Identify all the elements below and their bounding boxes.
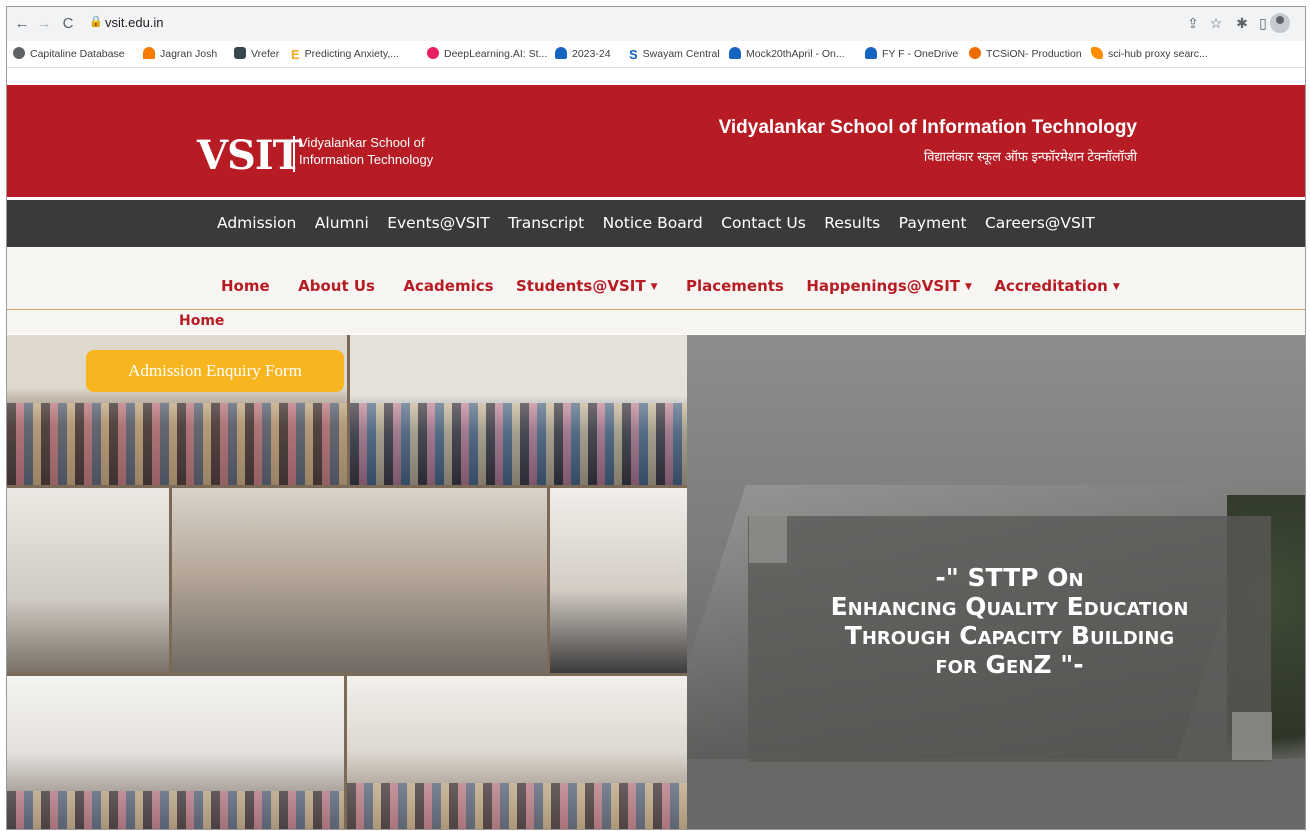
- main-nav-placements[interactable]: Placements: [686, 277, 784, 295]
- extensions-icon[interactable]: ✱: [1233, 14, 1251, 32]
- event-photo: [172, 488, 547, 673]
- caption-line: Enhancing Quality Education: [830, 592, 1189, 621]
- bookmark-item[interactable]: S Swayam Central: [629, 47, 720, 62]
- bookmark-favicon-icon: S: [629, 47, 638, 62]
- top-nav-alumni[interactable]: Alumni: [315, 214, 369, 232]
- caption-line: Through Capacity Building: [844, 621, 1175, 650]
- institute-title: Vidyalankar School of Information Techno…: [718, 117, 1137, 138]
- logo-wordmark: VSIT: [197, 132, 302, 179]
- bookmark-item[interactable]: 2023-24: [555, 47, 611, 60]
- caption-corner-decoration: [749, 515, 787, 563]
- bookmark-favicon-icon: [969, 47, 981, 59]
- bookmark-item[interactable]: Capitaline Database: [13, 47, 125, 60]
- top-nav-events[interactable]: Events@VSIT: [387, 214, 489, 232]
- top-nav-transcript[interactable]: Transcript: [508, 214, 584, 232]
- bookmark-favicon-icon: [234, 47, 246, 59]
- bookmark-favicon-icon: E: [291, 47, 300, 62]
- top-nav-careers[interactable]: Careers@VSIT: [985, 214, 1095, 232]
- top-nav-notice-board[interactable]: Notice Board: [603, 214, 703, 232]
- bookmark-favicon-icon: [13, 47, 25, 59]
- caption-line: -" STTP On: [935, 563, 1084, 592]
- caret-down-icon: ▼: [1112, 282, 1120, 292]
- bookmark-favicon-icon: [729, 47, 741, 59]
- logo-caption: Vidyalankar School of Information Technol…: [299, 135, 434, 167]
- top-nav-contact-us[interactable]: Contact Us: [721, 214, 806, 232]
- photo-collage: [7, 335, 687, 829]
- main-nav-bar: Home About Us Academics Students@VSIT ▼ P…: [7, 247, 1305, 310]
- bookmark-item[interactable]: Jagran Josh: [143, 47, 217, 60]
- site-header: VSIT Vidyalankar School of Information Te…: [7, 85, 1305, 197]
- bookmark-favicon-icon: [865, 47, 877, 59]
- main-nav-home[interactable]: Home: [221, 277, 270, 295]
- caret-down-icon: ▼: [965, 282, 972, 292]
- slide-caption: -" STTP On Enhancing Quality Education T…: [748, 563, 1271, 679]
- main-nav-academics[interactable]: Academics: [403, 277, 493, 295]
- back-icon[interactable]: ←: [13, 15, 31, 33]
- caption-corner-decoration: [1232, 712, 1272, 760]
- profile-avatar[interactable]: [1270, 13, 1290, 33]
- caret-down-icon: ▼: [650, 282, 658, 292]
- bookmark-favicon-icon: [1091, 47, 1103, 59]
- bookmark-item[interactable]: TCSiON- Production: [969, 47, 1082, 60]
- bookmark-favicon-icon: [143, 47, 155, 59]
- group-photo: [350, 335, 687, 485]
- browser-toolbar: ← → C 🔒 vsit.edu.in ⇪ ☆ ✱ ▯: [7, 7, 1305, 41]
- reload-icon[interactable]: C: [59, 15, 77, 33]
- admission-enquiry-button[interactable]: Admission Enquiry Form: [86, 350, 344, 392]
- institute-title-hindi: विद्यालंकार स्कूल ऑफ इन्फॉरमेशन टेक्नॉलॉ…: [923, 149, 1137, 164]
- bookmark-favicon-icon: [427, 47, 439, 59]
- main-nav-accreditation[interactable]: Accreditation ▼: [994, 277, 1119, 295]
- group-photo: [347, 676, 687, 829]
- main-nav-students[interactable]: Students@VSIT ▼: [516, 277, 658, 295]
- top-nav-results[interactable]: Results: [824, 214, 880, 232]
- bookmark-item[interactable]: DeepLearning.AI: St...: [427, 47, 547, 60]
- breadcrumb: Home: [7, 310, 1305, 334]
- breadcrumb-home[interactable]: Home: [179, 313, 224, 329]
- address-bar[interactable]: vsit.edu.in: [105, 15, 164, 30]
- share-icon[interactable]: ⇪: [1184, 14, 1202, 32]
- bookmarks-bar: Capitaline Database Jagran Josh Vrefer E…: [7, 41, 1305, 68]
- top-nav-bar: Admission Alumni Events@VSIT Transcript …: [7, 200, 1305, 247]
- event-photo: [7, 488, 169, 673]
- bookmark-item[interactable]: sci-hub proxy searc...: [1091, 47, 1208, 60]
- bookmark-item[interactable]: FY F - OneDrive: [865, 47, 958, 60]
- lock-icon[interactable]: 🔒: [89, 15, 103, 28]
- top-nav-admission[interactable]: Admission: [217, 214, 296, 232]
- event-photo: [550, 488, 687, 673]
- road-image: [687, 759, 1305, 829]
- bookmark-star-icon[interactable]: ☆: [1207, 14, 1225, 32]
- caption-line: for GenZ "-: [935, 650, 1084, 679]
- browser-window: ← → C 🔒 vsit.edu.in ⇪ ☆ ✱ ▯ Capitaline D…: [6, 6, 1306, 830]
- bookmark-favicon-icon: [555, 47, 567, 59]
- main-nav-happenings[interactable]: Happenings@VSIT ▼: [806, 277, 972, 295]
- forward-icon[interactable]: →: [35, 15, 53, 33]
- logo-divider: [293, 136, 295, 172]
- bookmark-item[interactable]: Mock20thApril - On...: [729, 47, 845, 60]
- bookmark-item[interactable]: E Predicting Anxiety,...: [291, 47, 399, 62]
- group-photo: [7, 676, 344, 829]
- main-nav-about-us[interactable]: About Us: [298, 277, 375, 295]
- top-nav-payment[interactable]: Payment: [899, 214, 967, 232]
- bookmark-item[interactable]: Vrefer: [234, 47, 279, 60]
